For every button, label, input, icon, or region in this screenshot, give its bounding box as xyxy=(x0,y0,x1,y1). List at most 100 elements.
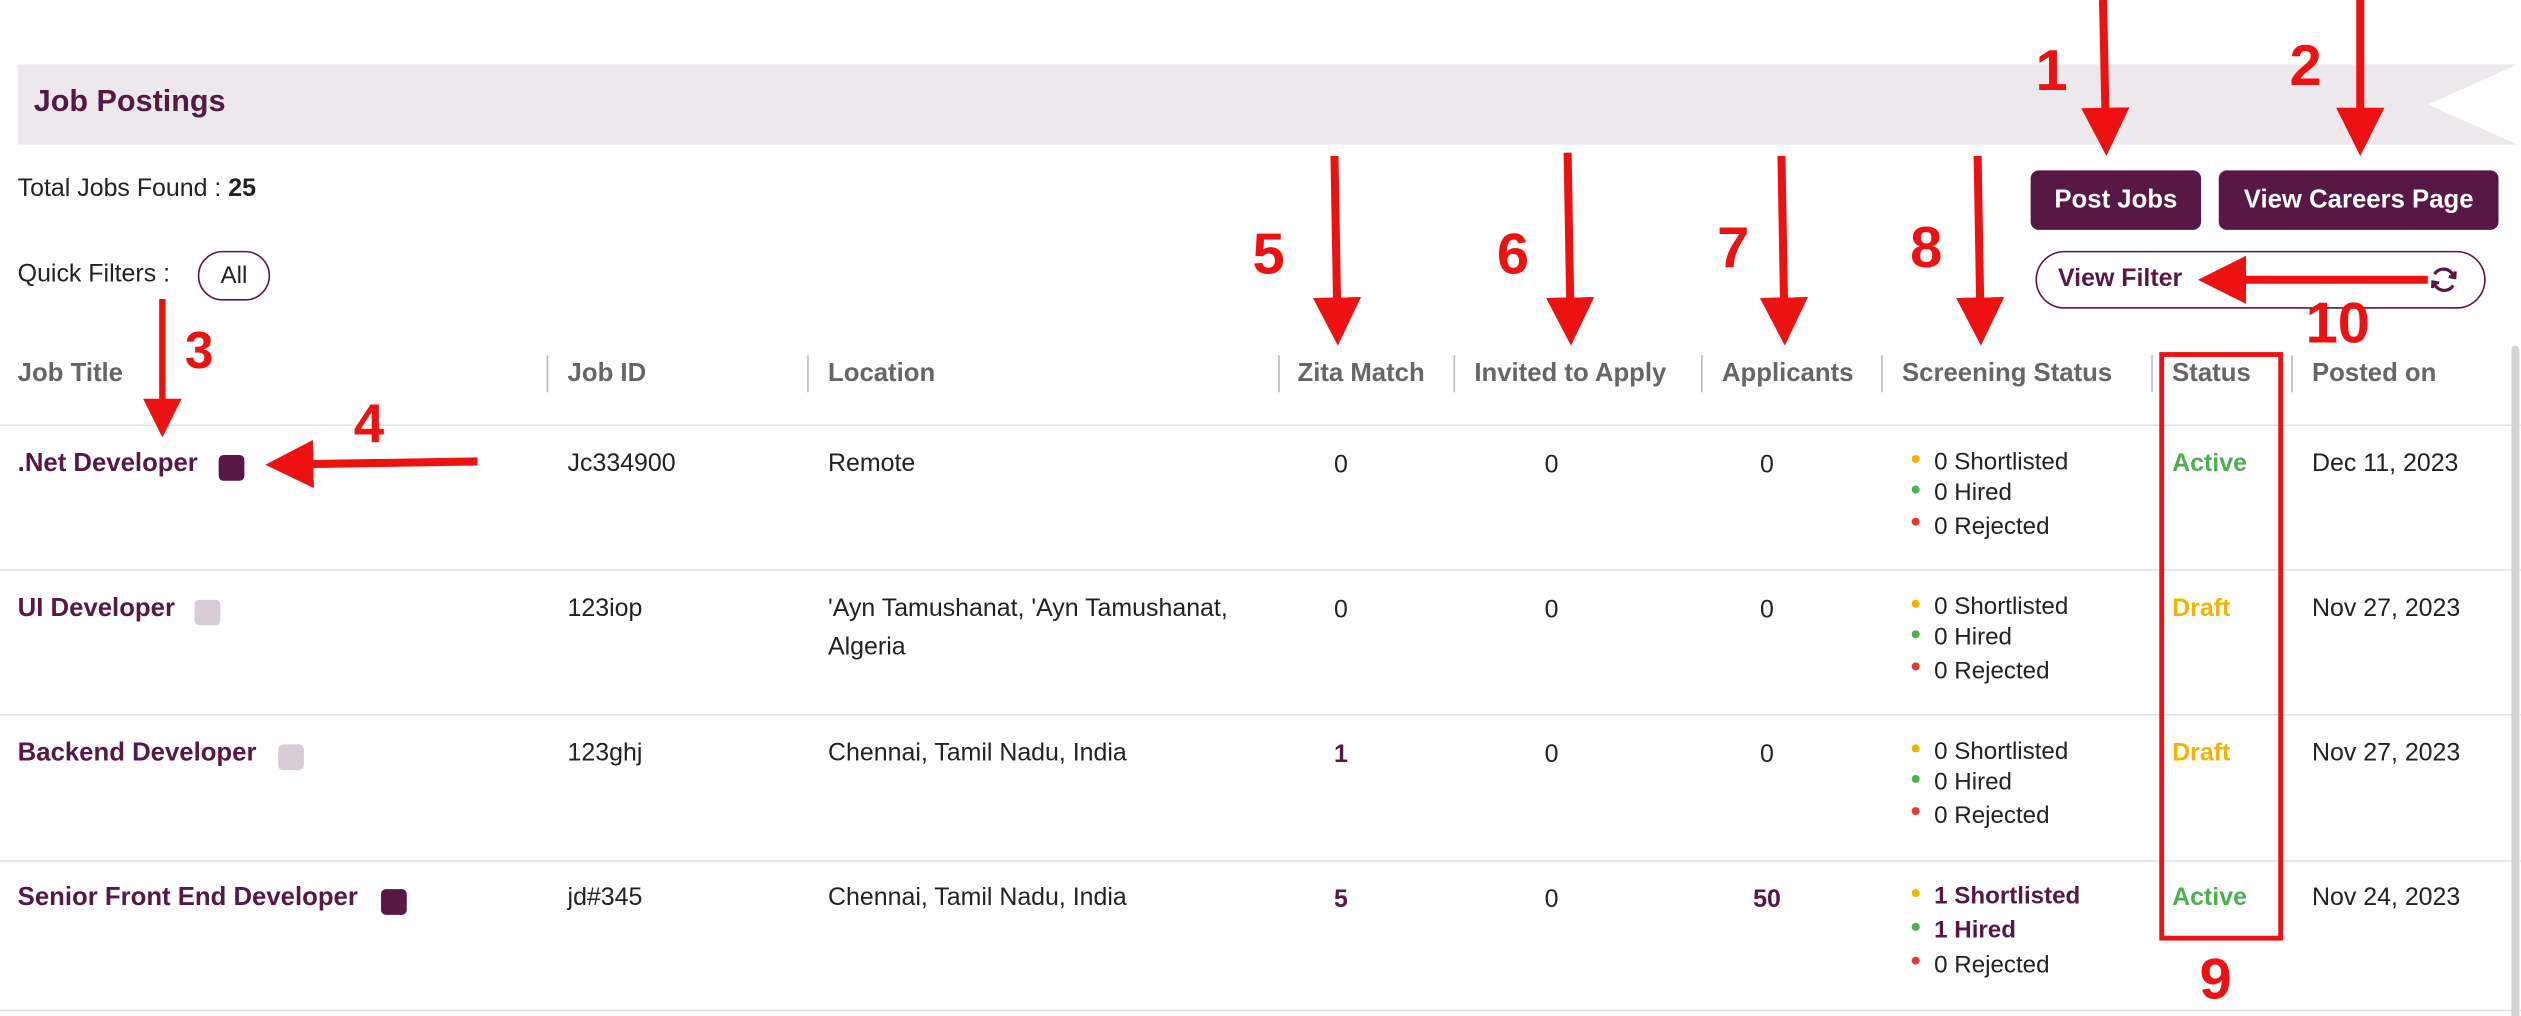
hired-dot xyxy=(1911,774,1920,783)
annotation-label-7: 7 xyxy=(1717,213,1750,280)
annotation-label-4: 4 xyxy=(353,393,385,456)
column-header-location[interactable]: Location xyxy=(828,360,935,389)
applicants-count[interactable]: 0 xyxy=(1735,452,1799,481)
column-header-job-title[interactable]: Job Title xyxy=(18,360,123,389)
hired-label: Hired xyxy=(1954,768,2012,796)
job-title-link[interactable]: Backend Developer xyxy=(18,740,257,769)
hired-count: 0 xyxy=(1934,623,1948,652)
annotation-arrow-5 xyxy=(1312,155,1362,346)
posted-date: Nov 27, 2023 xyxy=(2312,739,2461,767)
zita-match-count[interactable]: 0 xyxy=(1309,452,1373,481)
vertical-scrollbar[interactable] xyxy=(2511,345,2520,1016)
hired-status: 0 Hired xyxy=(1934,479,2012,506)
annotation-arrows xyxy=(143,0,2428,489)
status-column-highlight xyxy=(2159,352,2284,941)
hired-status: 0 Hired xyxy=(1934,624,2012,651)
posted-date: Nov 24, 2023 xyxy=(2312,884,2461,912)
column-header-posted-on[interactable]: Posted on xyxy=(2312,360,2436,389)
rejected-status: 0 Rejected xyxy=(1934,802,2049,829)
copy-link-icon[interactable] xyxy=(194,599,221,626)
invited-count: 0 xyxy=(1544,885,1559,914)
rejected-label: Rejected xyxy=(1954,802,2050,830)
column-header-job-id[interactable]: Job ID xyxy=(568,360,647,389)
rejected-count: 0 xyxy=(1934,512,1948,541)
total-jobs-value: 25 xyxy=(228,175,257,203)
quick-filters-label: Quick Filters : xyxy=(17,260,170,288)
rejected-dot xyxy=(1911,517,1920,526)
copy-link-icon[interactable] xyxy=(381,889,407,915)
posted-date: Dec 11, 2023 xyxy=(2312,450,2459,478)
invited-count: 0 xyxy=(1544,451,1559,480)
job-id: jd#345 xyxy=(567,884,643,912)
hired-count: 1 xyxy=(1934,916,1948,944)
hired-label: Hired xyxy=(1954,916,2016,944)
view-filter-label: View Filter xyxy=(2057,265,2183,293)
annotation-arrow-4 xyxy=(265,439,478,489)
hired-status: 0 Hired xyxy=(1934,769,2012,796)
zita-match-count[interactable]: 5 xyxy=(1309,886,1373,915)
annotation-label-2: 2 xyxy=(2289,32,2322,99)
shortlisted-count: 1 xyxy=(1934,882,1948,911)
rejected-count: 0 xyxy=(1934,802,1948,830)
copy-link-icon[interactable] xyxy=(278,744,304,771)
annotation-arrow-7 xyxy=(1759,155,1809,346)
shortlisted-count: 0 xyxy=(1934,448,1948,476)
job-title-link[interactable]: .Net Developer xyxy=(18,450,198,479)
annotation-label-8: 8 xyxy=(1910,213,1943,280)
annotation-arrow-8 xyxy=(1955,155,2005,346)
column-header-invited-to-apply[interactable]: Invited to Apply xyxy=(1474,360,1666,389)
row-divider xyxy=(0,569,2521,571)
shortlisted-status[interactable]: 1 Shortlisted xyxy=(1934,883,2080,910)
annotation-arrow-6 xyxy=(1546,152,1595,346)
shortlisted-dot xyxy=(1911,744,1920,753)
zita-match-count[interactable]: 1 xyxy=(1309,741,1373,770)
rejected-dot xyxy=(1911,662,1920,671)
zita-match-count[interactable]: 0 xyxy=(1309,596,1373,625)
job-id: Jc334900 xyxy=(567,450,676,478)
hired-label: Hired xyxy=(1954,479,2012,507)
job-title-link[interactable]: Senior Front End Developer xyxy=(18,884,358,913)
annotation-label-5: 5 xyxy=(1252,220,1285,287)
column-divider xyxy=(1701,355,1703,393)
column-divider xyxy=(1278,355,1280,393)
annotation-label-10: 10 xyxy=(2305,289,2370,356)
rejected-label: Rejected xyxy=(1954,951,2050,980)
job-location: Remote xyxy=(828,450,916,478)
rejected-status: 0 Rejected xyxy=(1934,513,2049,540)
job-location: Chennai, Tamil Nadu, India xyxy=(828,739,1127,767)
invited-count: 0 xyxy=(1544,741,1559,769)
copy-link-icon[interactable] xyxy=(218,455,245,481)
column-header-screening-status[interactable]: Screening Status xyxy=(1902,360,2112,389)
posted-date: Nov 27, 2023 xyxy=(2312,594,2461,623)
hired-status[interactable]: 1 Hired xyxy=(1934,916,2016,943)
column-header-zita-match[interactable]: Zita Match xyxy=(1297,360,1424,389)
post-jobs-button[interactable]: Post Jobs xyxy=(2030,170,2202,230)
hired-dot xyxy=(1911,485,1920,494)
applicants-count[interactable]: 50 xyxy=(1735,886,1799,915)
refresh-icon[interactable] xyxy=(2428,264,2460,296)
column-header-applicants[interactable]: Applicants xyxy=(1722,360,1854,389)
annotation-label-1: 1 xyxy=(2035,36,2068,103)
shortlisted-count: 0 xyxy=(1934,593,1948,621)
shortlisted-dot xyxy=(1911,599,1920,608)
total-jobs: Total Jobs Found : 25 xyxy=(18,175,256,204)
applicants-count[interactable]: 0 xyxy=(1735,741,1799,770)
job-location: Chennai, Tamil Nadu, India xyxy=(828,884,1127,912)
job-title-link[interactable]: UI Developer xyxy=(18,595,175,624)
hired-dot xyxy=(1911,922,1920,931)
invited-count: 0 xyxy=(1544,596,1559,624)
shortlisted-status: 0 Shortlisted xyxy=(1934,593,2068,620)
column-divider xyxy=(546,355,549,393)
hired-count: 0 xyxy=(1934,768,1948,796)
view-careers-page-button[interactable]: View Careers Page xyxy=(2218,170,2499,230)
view-filter-button[interactable]: View Filter xyxy=(2035,250,2486,309)
job-postings-screen: Job Postings Total Jobs Found : 25 Quick… xyxy=(0,0,2521,1016)
quick-filter-all-chip[interactable]: All xyxy=(197,250,271,301)
row-divider xyxy=(0,860,2521,862)
total-jobs-label: Total Jobs Found : xyxy=(17,175,222,203)
shortlisted-status: 0 Shortlisted xyxy=(1934,449,2068,476)
row-divider xyxy=(0,713,2521,716)
row-divider xyxy=(0,1009,2521,1012)
job-id: 123iop xyxy=(567,594,643,623)
applicants-count[interactable]: 0 xyxy=(1735,596,1799,625)
